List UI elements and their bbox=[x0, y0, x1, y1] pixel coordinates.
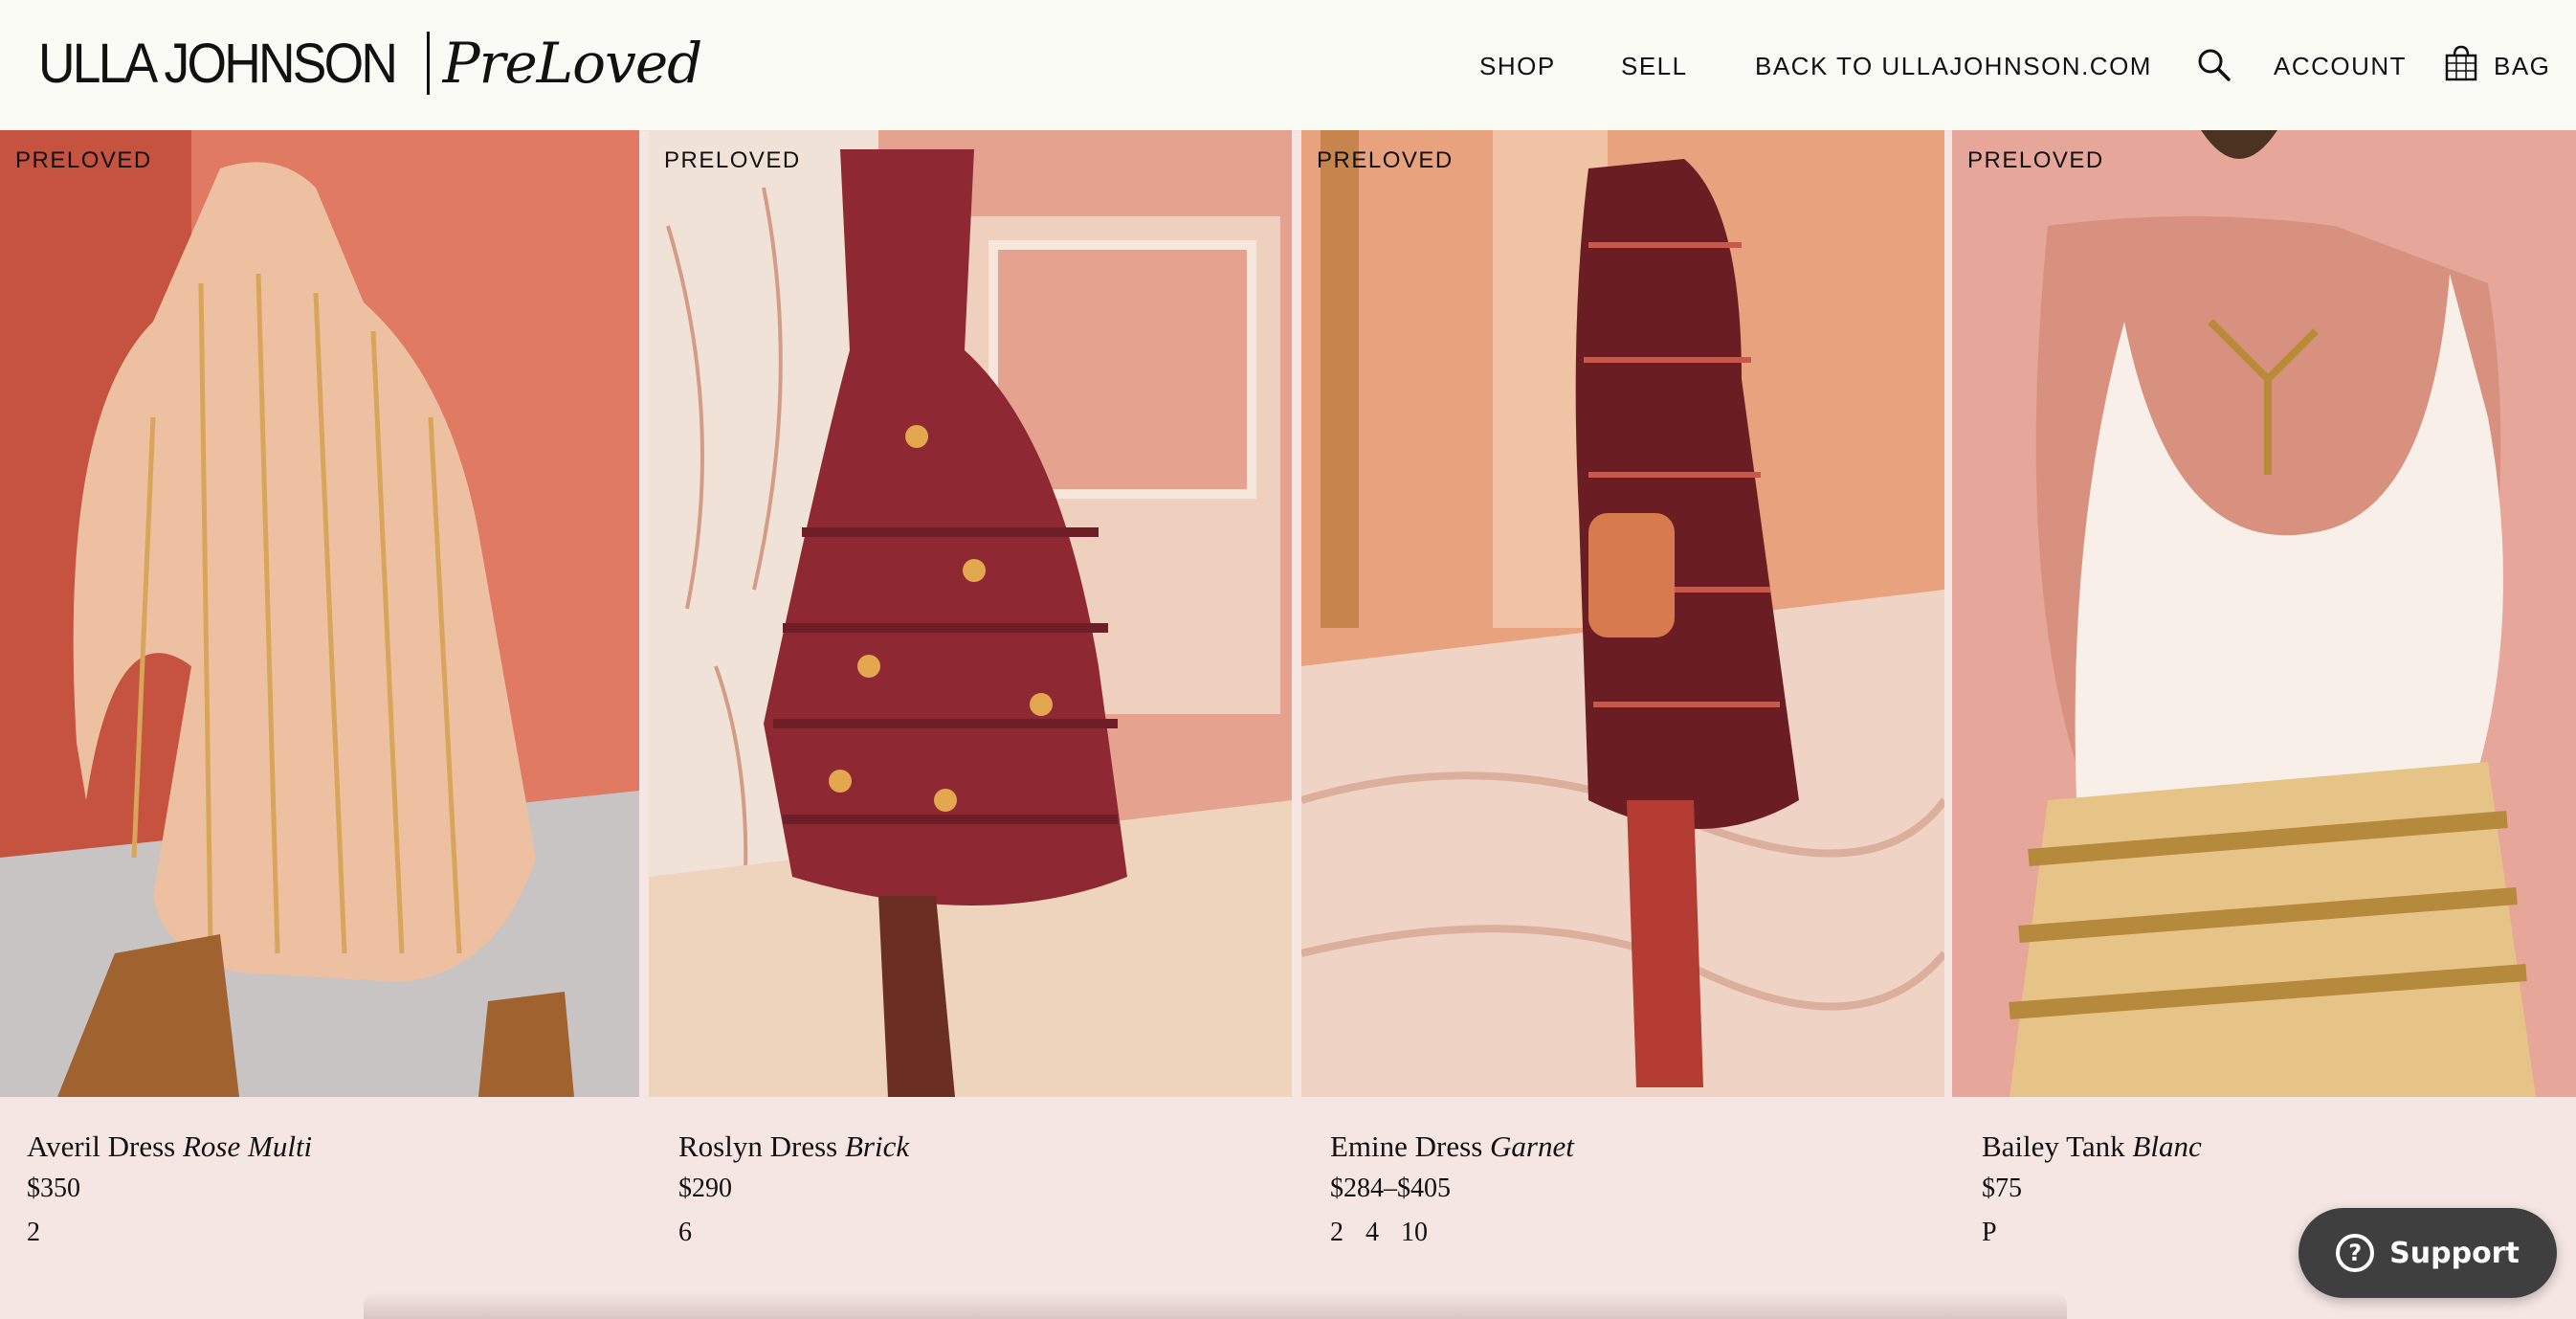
bottom-shadow bbox=[364, 1292, 2067, 1319]
support-button[interactable]: ? Support bbox=[2298, 1208, 2557, 1298]
product-sizes: 2 bbox=[27, 1218, 639, 1248]
preloved-tag: PRELOVED bbox=[1967, 147, 2104, 173]
preloved-tag: PRELOVED bbox=[664, 147, 801, 173]
logo-brand: ULLA JOHNSON bbox=[38, 32, 398, 95]
product-name-text: Bailey Tank bbox=[1982, 1129, 2125, 1163]
product-photo bbox=[0, 130, 639, 1097]
product-name[interactable]: Averil Dress Rose Multi bbox=[27, 1129, 639, 1164]
product-color: Blanc bbox=[2132, 1129, 2202, 1163]
product-price: $75 bbox=[1982, 1174, 2022, 1203]
question-icon: ? bbox=[2336, 1234, 2375, 1272]
product-image-averil[interactable]: PRELOVED bbox=[0, 130, 639, 1097]
product-name-text: Emine Dress bbox=[1330, 1129, 1483, 1163]
size-option[interactable]: 4 bbox=[1366, 1218, 1379, 1247]
product-card-emine[interactable]: Emine Dress Garnet $284–$405 2 4 10 bbox=[1330, 1129, 1943, 1248]
nav-sell[interactable]: SELL bbox=[1621, 52, 1688, 81]
product-image-roslyn[interactable]: PRELOVED bbox=[649, 130, 1292, 1097]
product-price: $350 bbox=[27, 1174, 80, 1203]
product-name-text: Averil Dress bbox=[27, 1129, 176, 1163]
product-price: $284–$405 bbox=[1330, 1174, 1451, 1203]
product-sizes: 2 4 10 bbox=[1330, 1218, 1943, 1248]
bag-icon[interactable] bbox=[2444, 44, 2478, 82]
nav-bag[interactable]: BAG bbox=[2494, 52, 2550, 81]
search-icon[interactable] bbox=[2197, 48, 2232, 82]
size-option[interactable]: 10 bbox=[1401, 1218, 1428, 1247]
product-price: $290 bbox=[678, 1174, 732, 1203]
product-color: Rose Multi bbox=[183, 1129, 313, 1163]
logo-divider bbox=[426, 32, 430, 95]
support-label: Support bbox=[2389, 1236, 2520, 1270]
site-header: ULLA JOHNSON PreLoved SHOP SELL BACK TO … bbox=[0, 0, 2576, 131]
product-photo bbox=[649, 130, 1292, 1097]
product-name[interactable]: Emine Dress Garnet bbox=[1330, 1129, 1943, 1164]
product-photo bbox=[1301, 130, 1944, 1097]
product-card-roslyn[interactable]: Roslyn Dress Brick $290 6 bbox=[678, 1129, 1291, 1248]
product-color: Brick bbox=[844, 1129, 910, 1163]
product-name[interactable]: Roslyn Dress Brick bbox=[678, 1129, 1291, 1164]
preloved-tag: PRELOVED bbox=[1317, 147, 1454, 173]
product-image-emine[interactable]: PRELOVED bbox=[1301, 130, 1944, 1097]
product-card-averil[interactable]: Averil Dress Rose Multi $350 2 bbox=[27, 1129, 639, 1248]
size-option[interactable]: P bbox=[1982, 1218, 1997, 1247]
preloved-tag: PRELOVED bbox=[15, 147, 152, 173]
product-color: Garnet bbox=[1490, 1129, 1574, 1163]
logo-script: PreLoved bbox=[442, 31, 703, 96]
nav-account[interactable]: ACCOUNT bbox=[2274, 52, 2407, 81]
size-option[interactable]: 2 bbox=[27, 1218, 40, 1247]
nav-back-to-site[interactable]: BACK TO ULLAJOHNSON.COM bbox=[1755, 52, 2152, 81]
logo[interactable]: ULLA JOHNSON PreLoved bbox=[38, 25, 703, 101]
size-option[interactable]: 6 bbox=[678, 1218, 692, 1247]
product-name-text: Roslyn Dress bbox=[678, 1129, 838, 1163]
product-sizes: 6 bbox=[678, 1218, 1291, 1248]
product-photo bbox=[1952, 130, 2576, 1097]
product-image-bailey[interactable]: PRELOVED bbox=[1952, 130, 2576, 1097]
product-name[interactable]: Bailey Tank Blanc bbox=[1982, 1129, 2576, 1164]
nav-shop[interactable]: SHOP bbox=[1479, 52, 1556, 81]
size-option[interactable]: 2 bbox=[1330, 1218, 1344, 1247]
